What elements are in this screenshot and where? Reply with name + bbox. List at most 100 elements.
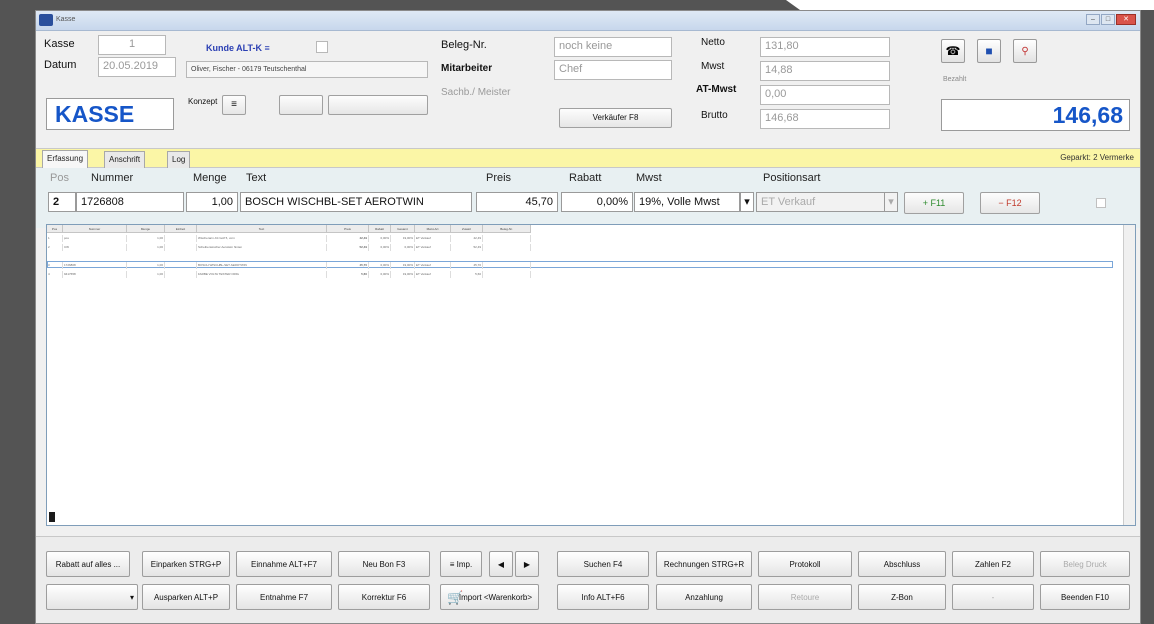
table-cell — [165, 235, 197, 242]
einnahme-button[interactable]: Einnahme ALT+F7 — [236, 551, 332, 577]
konzept-button-2[interactable] — [328, 95, 428, 115]
table-cell: 2 — [47, 244, 63, 251]
kunde-field[interactable]: Oliver, Fischer - 06179 Teutschenthal — [186, 61, 428, 78]
column-header[interactable]: Nummer — [63, 225, 127, 233]
remove-position-button[interactable]: − F12 — [980, 192, 1040, 214]
text-field[interactable]: BOSCH WISCHBL-SET AEROTWIN — [240, 192, 472, 212]
retoure-button[interactable]: Retoure — [758, 584, 852, 610]
table-cell: 1,00 — [127, 271, 165, 278]
tab-erfassung[interactable]: Erfassung — [42, 150, 89, 169]
tab-log[interactable]: Log — [167, 151, 191, 168]
table-cell — [483, 235, 531, 242]
positionsart-dropdown-icon[interactable]: ▾ — [884, 192, 898, 212]
beleg-druck-button[interactable]: Beleg Druck — [1040, 551, 1130, 577]
background-corner — [786, 0, 1154, 10]
konzept-menu-button[interactable]: ≡ — [222, 95, 246, 115]
kunde-link[interactable]: Kunde ALT-K ≡ — [206, 43, 270, 53]
table-cell: 0,00% — [369, 271, 391, 278]
nummer-field[interactable]: 1726808 — [76, 192, 184, 212]
mwst-dropdown-icon[interactable]: ▾ — [740, 192, 754, 212]
table-cell: Wischerarm-Kit Golf 5, vorn — [197, 235, 327, 242]
app-icon — [39, 14, 53, 26]
mitarbeiter-field[interactable]: Chef — [554, 60, 672, 80]
verkaufer-button[interactable]: Verkäufer F8 — [559, 108, 672, 128]
abschluss-button[interactable]: Abschluss — [858, 551, 946, 577]
z-bon-button[interactable]: Z-Bon — [858, 584, 946, 610]
entry-panel: Pos Nummer Menge Text Preis Rabatt Mwst … — [36, 168, 1140, 228]
positions-table: Pos Nummer Menge Einheit Text Preis Raba… — [46, 224, 1136, 526]
save-icon[interactable]: ■ — [977, 39, 1001, 63]
datum-label: Datum — [44, 59, 77, 71]
ausparken-button[interactable]: Ausparken ALT+P — [142, 584, 230, 610]
phone-icon[interactable]: ☎ — [941, 39, 965, 63]
neu-bon-button[interactable]: Neu Bon F3 — [338, 551, 430, 577]
table-cell: 42,49 — [327, 235, 369, 242]
protokoll-button[interactable]: Protokoll — [758, 551, 852, 577]
konzept-button-1[interactable] — [279, 95, 323, 115]
anzahlung-button[interactable]: Anzahlung — [656, 584, 752, 610]
mwst-select[interactable]: 19%, Volle Mwst — [634, 192, 740, 212]
table-row[interactable]: 2 CW 1,00 Scheibenwischer Aerotwin hinte… — [47, 244, 531, 251]
minimize-icon[interactable]: – — [1086, 14, 1100, 25]
table-cell: 52,49 — [327, 244, 369, 251]
rabatt-field[interactable]: 0,00% — [561, 192, 633, 212]
search-icon[interactable]: ⚲ — [1013, 39, 1037, 63]
table-cell — [483, 271, 531, 278]
ausparken-select[interactable]: ▾ — [46, 584, 138, 610]
entnahme-button[interactable]: Entnahme F7 — [236, 584, 332, 610]
menge-field[interactable]: 1,00 — [186, 192, 238, 212]
maximize-icon[interactable]: □ — [1101, 14, 1115, 25]
sachb-label: Sachb./ Meister — [441, 87, 511, 98]
column-header[interactable]: Gesamt — [391, 225, 415, 233]
add-position-button[interactable]: + F11 — [904, 192, 964, 214]
import-menu-button[interactable]: ≡ Imp. — [440, 551, 482, 577]
datum-field[interactable]: 20.05.2019 — [98, 57, 176, 77]
korrektur-button[interactable]: Korrektur F6 — [338, 584, 430, 610]
next-arrow-icon[interactable]: ▶ — [515, 551, 539, 577]
table-row[interactable]: 1 pos 1,00 Wischerarm-Kit Golf 5, vorn 4… — [47, 235, 531, 242]
table-cell: 19,00% — [391, 271, 415, 278]
close-icon[interactable]: ✕ — [1116, 14, 1136, 25]
table-cell: 0,00% — [369, 262, 391, 269]
netto-field: 131,80 — [760, 37, 890, 57]
column-header[interactable]: Pos — [47, 225, 63, 233]
rabatt-auf-alles-button[interactable]: Rabatt auf alles ... — [46, 551, 130, 577]
konzept-label: Konzept — [188, 97, 218, 106]
beleg-field[interactable]: noch keine — [554, 37, 672, 57]
column-header[interactable]: Mwst-Art — [415, 225, 451, 233]
table-cell — [483, 244, 531, 251]
table-cell — [165, 262, 197, 269]
preis-field[interactable]: 45,70 — [476, 192, 558, 212]
column-header[interactable]: Rabatt — [369, 225, 391, 233]
einparken-button[interactable]: Einparken STRG+P — [142, 551, 230, 577]
vertical-scrollbar[interactable] — [1123, 225, 1135, 525]
positionsart-select[interactable]: ET Verkauf — [756, 192, 896, 212]
suchen-button[interactable]: Suchen F4 — [557, 551, 649, 577]
table-row[interactable]: 3 1726808 1,00 BOSCH WISCHBL-SET AEROTWI… — [47, 262, 531, 269]
tab-bar: Erfassung Anschrift Log Geparkt: 2 Verme… — [36, 148, 1140, 169]
prev-arrow-icon[interactable]: ◀ — [489, 551, 513, 577]
column-header[interactable]: Preis — [327, 225, 369, 233]
rechnungen-button[interactable]: Rechnungen STRG+R — [656, 551, 752, 577]
table-row[interactable]: 4 9417658 1,00 FARBE VOLTA TESTER ORIG 5… — [47, 271, 531, 278]
beleg-label: Beleg-Nr. — [441, 39, 487, 51]
zahlen-button[interactable]: Zahlen F2 — [952, 551, 1034, 577]
column-header[interactable]: Beleg-Nr. — [483, 225, 531, 233]
table-cell: 0,00% — [369, 235, 391, 242]
entry-checkbox[interactable] — [1096, 198, 1106, 208]
pos-field[interactable]: 2 — [48, 192, 76, 212]
column-header[interactable]: Text — [197, 225, 327, 233]
column-header[interactable]: Zusatz — [451, 225, 483, 233]
info-button[interactable]: Info ALT+F6 — [557, 584, 649, 610]
pos-label: Pos — [50, 172, 69, 184]
tab-anschrift[interactable]: Anschrift — [104, 151, 146, 168]
netto-label: Netto — [701, 37, 725, 48]
scrollbar-thumb[interactable] — [49, 512, 55, 522]
empty-button[interactable]: - — [952, 584, 1034, 610]
text-label: Text — [246, 172, 267, 184]
kunde-checkbox[interactable] — [316, 41, 328, 53]
kasse-field[interactable]: 1 — [98, 35, 166, 55]
column-header[interactable]: Menge — [127, 225, 165, 233]
beenden-button[interactable]: Beenden F10 — [1040, 584, 1130, 610]
column-header[interactable]: Einheit — [165, 225, 197, 233]
